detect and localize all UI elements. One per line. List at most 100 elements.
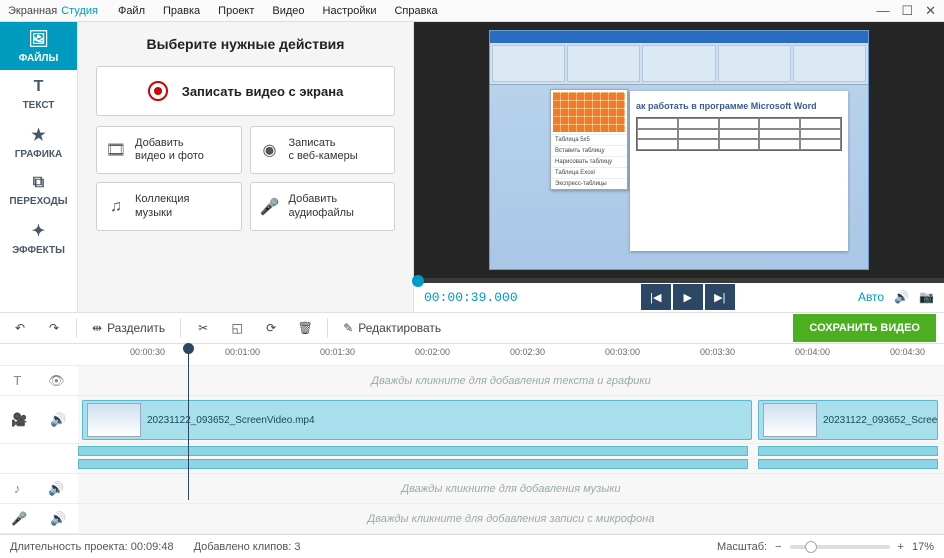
statusbar: Длительность проекта: 00:09:48 Добавлено…: [0, 534, 944, 558]
titlebar: Экранная Студия Файл Правка Проект Видео…: [0, 0, 944, 22]
zoom-value: 17%: [912, 541, 934, 553]
clip-thumb: [87, 403, 141, 437]
speaker-icon[interactable]: 🔊: [50, 511, 66, 527]
webcam-icon: ◉: [259, 139, 281, 161]
tab-files[interactable]: 🖼 ФАЙЛЫ: [0, 22, 77, 70]
add-media-button[interactable]: 🎞 Добавитьвидео и фото: [96, 126, 242, 174]
music-track-icon: ♪: [14, 481, 21, 496]
track-video: 🎥 🔊 20231122_093652_ScreenVideo.mp4 20231…: [0, 396, 944, 444]
timeline-ruler[interactable]: 00:00:30 00:01:00 00:01:30 00:02:00 00:0…: [0, 344, 944, 366]
preview-panel: Таблица 5x5 Вставить таблицу Нарисовать …: [414, 22, 944, 312]
edit-button[interactable]: ✎Редактировать: [338, 318, 446, 338]
menubar: Файл Правка Проект Видео Настройки Справ…: [118, 5, 438, 17]
volume-icon[interactable]: 🔊: [894, 290, 909, 304]
tab-effects[interactable]: ✦ ЭФФЕКТЫ: [0, 214, 77, 262]
audio-clip-2[interactable]: [758, 446, 938, 456]
film-icon: 🎞: [105, 139, 127, 161]
close-icon[interactable]: ✕: [925, 3, 936, 19]
menu-video[interactable]: Видео: [272, 5, 304, 17]
eye-icon[interactable]: 👁: [48, 373, 65, 389]
split-button[interactable]: ⇹Разделить: [87, 318, 170, 338]
text-icon: T: [34, 78, 44, 96]
transitions-icon: ⧉: [33, 174, 44, 192]
playhead[interactable]: [188, 344, 189, 500]
actions-heading: Выберите нужные действия: [96, 36, 395, 52]
menu-help[interactable]: Справка: [394, 5, 437, 17]
webcam-button[interactable]: ◉ Записатьс веб-камеры: [250, 126, 396, 174]
timeline: 00:00:30 00:01:00 00:01:30 00:02:00 00:0…: [0, 344, 944, 534]
timeline-toolbar: ↶ ↷ ⇹Разделить ✂ ◱ ⟳ 🗑 ✎Редактировать СО…: [0, 312, 944, 344]
duration-value: 00:09:48: [131, 541, 174, 553]
prev-button[interactable]: |◀: [641, 284, 671, 310]
record-screen-button[interactable]: Записать видео с экрана: [96, 66, 395, 116]
zoom-thumb[interactable]: [805, 541, 817, 553]
images-icon: 🖼: [28, 29, 48, 49]
play-button[interactable]: ▶: [673, 284, 703, 310]
record-label: Записать видео с экрана: [182, 84, 344, 99]
next-button[interactable]: ▶|: [705, 284, 735, 310]
add-audio-button[interactable]: 🎤 Добавитьаудиофайлы: [250, 182, 396, 230]
track-text: T👁 Дважды кликните для добавления текста…: [0, 366, 944, 396]
word-heading: ак работать в программе Microsoft Word: [636, 101, 842, 111]
minimize-icon[interactable]: —: [876, 3, 889, 19]
tab-transitions-label: ПЕРЕХОДЫ: [9, 196, 67, 207]
menu-file[interactable]: Файл: [118, 5, 145, 17]
video-clip-2[interactable]: 20231122_093652_ScreenVideo: [758, 400, 938, 440]
clips-value: 3: [294, 541, 300, 553]
clip-1-label: 20231122_093652_ScreenVideo.mp4: [147, 415, 315, 426]
auto-label[interactable]: Авто: [858, 290, 884, 304]
audio-clip-1b[interactable]: [78, 459, 748, 469]
speaker-icon[interactable]: 🔊: [50, 412, 66, 428]
scrubber-handle[interactable]: [412, 275, 424, 287]
redo-button[interactable]: ↷: [42, 318, 66, 338]
tab-graphics[interactable]: ★ ГРАФИКА: [0, 118, 77, 166]
undo-button[interactable]: ↶: [8, 318, 32, 338]
preview-scrubber[interactable]: [414, 278, 944, 283]
maximize-icon[interactable]: ☐: [901, 3, 913, 19]
menu-settings[interactable]: Настройки: [323, 5, 377, 17]
music-library-button[interactable]: ♫ Коллекциямузыки: [96, 182, 242, 230]
tab-text[interactable]: T ТЕКСТ: [0, 70, 77, 118]
record-icon: [148, 81, 168, 101]
crop-button[interactable]: ◱: [225, 318, 249, 338]
tab-effects-label: ЭФФЕКТЫ: [12, 245, 65, 256]
menu-project[interactable]: Проект: [218, 5, 254, 17]
clip-thumb: [763, 403, 817, 437]
video-track-icon: 🎥: [11, 412, 27, 428]
mic-track-icon: 🎤: [11, 511, 27, 527]
track-music-body[interactable]: Дважды кликните для добавления музыки: [78, 474, 944, 503]
music-list-icon: ♫: [105, 196, 127, 218]
menu-edit[interactable]: Правка: [163, 5, 200, 17]
side-tabs: 🖼 ФАЙЛЫ T ТЕКСТ ★ ГРАФИКА ⧉ ПЕРЕХОДЫ ✦ Э…: [0, 22, 78, 312]
tab-graphics-label: ГРАФИКА: [15, 149, 62, 160]
track-text-body[interactable]: Дважды кликните для добавления текста и …: [78, 366, 944, 395]
track-video-body[interactable]: 20231122_093652_ScreenVideo.mp4 20231122…: [78, 396, 944, 443]
audio-clip-2b[interactable]: [758, 459, 938, 469]
track-mic: 🎤 🔊 Дважды кликните для добавления записи…: [0, 504, 944, 534]
zoom-in-button[interactable]: +: [898, 541, 904, 553]
zoom-out-button[interactable]: −: [775, 541, 781, 553]
video-clip-1[interactable]: 20231122_093652_ScreenVideo.mp4: [82, 400, 752, 440]
track-audio-body[interactable]: [78, 444, 944, 473]
zoom-controls: Масштаб: − + 17%: [717, 541, 934, 553]
track-mic-body[interactable]: Дважды кликните для добавления записи с …: [78, 504, 944, 533]
tab-transitions[interactable]: ⧉ ПЕРЕХОДЫ: [0, 166, 77, 214]
preview-frame: Таблица 5x5 Вставить таблицу Нарисовать …: [489, 30, 869, 270]
tab-files-label: ФАЙЛЫ: [19, 53, 59, 64]
track-music: ♪ 🔊 Дважды кликните для добавления музыки: [0, 474, 944, 504]
timecode: 00:00:39.000: [424, 290, 518, 305]
window-controls: — ☐ ✕: [876, 3, 936, 19]
cut-button[interactable]: ✂: [191, 318, 215, 338]
speaker-icon[interactable]: 🔊: [48, 481, 64, 497]
delete-button[interactable]: 🗑: [293, 318, 317, 338]
app-name-1: Экранная: [8, 5, 57, 17]
audio-clip-1[interactable]: [78, 446, 748, 456]
clips-label: Добавлено клипов:: [194, 541, 292, 553]
pencil-icon: ✎: [343, 321, 353, 335]
snapshot-icon[interactable]: 📷: [919, 290, 934, 304]
microphone-icon: 🎤: [259, 196, 281, 218]
save-video-button[interactable]: СОХРАНИТЬ ВИДЕО: [793, 314, 936, 342]
rotate-button[interactable]: ⟳: [259, 318, 283, 338]
preview-canvas: Таблица 5x5 Вставить таблицу Нарисовать …: [414, 22, 944, 278]
preview-controls: 00:00:39.000 |◀ ▶ ▶| Авто 🔊 📷: [414, 283, 944, 312]
